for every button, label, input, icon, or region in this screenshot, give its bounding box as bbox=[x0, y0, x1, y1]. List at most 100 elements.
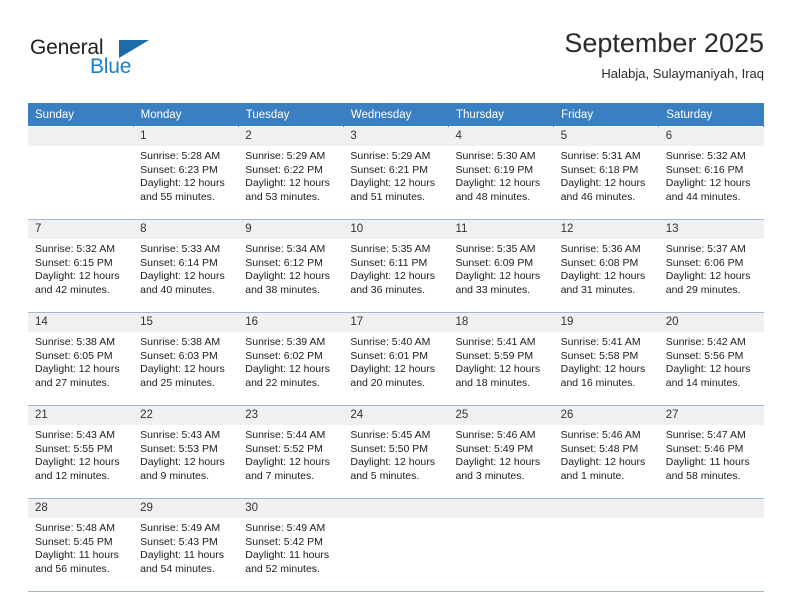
sunset-text: Sunset: 6:12 PM bbox=[245, 256, 323, 269]
day-number[interactable]: 7 bbox=[28, 219, 134, 239]
day-cell[interactable]: Sunrise: 5:29 AM Sunset: 6:21 PM Dayligh… bbox=[343, 146, 449, 216]
weekday-header-monday: Monday bbox=[133, 103, 239, 127]
day-cell[interactable]: Sunrise: 5:30 AM Sunset: 6:19 PM Dayligh… bbox=[448, 146, 554, 216]
day-cell[interactable]: Sunrise: 5:33 AM Sunset: 6:14 PM Dayligh… bbox=[133, 239, 239, 309]
day-cell[interactable]: Sunrise: 5:32 AM Sunset: 6:16 PM Dayligh… bbox=[658, 146, 764, 216]
daylight-text-line1: Daylight: 12 hours bbox=[350, 456, 436, 469]
day-cell[interactable]: Sunrise: 5:28 AM Sunset: 6:23 PM Dayligh… bbox=[133, 146, 239, 216]
day-cell[interactable]: Sunrise: 5:49 AM Sunset: 5:42 PM Dayligh… bbox=[238, 518, 344, 588]
sunset-text: Sunset: 5:58 PM bbox=[560, 349, 639, 362]
day-number[interactable]: 3 bbox=[343, 126, 449, 146]
day-number-empty bbox=[658, 498, 764, 518]
page-title: September 2025 bbox=[564, 28, 764, 58]
day-number[interactable]: 20 bbox=[658, 312, 764, 332]
sunset-text: Sunset: 5:56 PM bbox=[665, 349, 744, 362]
day-number[interactable]: 24 bbox=[343, 405, 449, 425]
week-1-details: Sunrise: 5:28 AM Sunset: 6:23 PM Dayligh… bbox=[28, 146, 764, 216]
day-cell[interactable]: Sunrise: 5:37 AM Sunset: 6:06 PM Dayligh… bbox=[658, 239, 764, 309]
daylight-text-line2: and 22 minutes. bbox=[245, 376, 320, 389]
daylight-text-line2: and 12 minutes. bbox=[35, 469, 110, 482]
page-subtitle: Halabja, Sulaymaniyah, Iraq bbox=[601, 66, 764, 82]
daylight-text-line1: Daylight: 12 hours bbox=[560, 177, 646, 190]
day-number[interactable]: 22 bbox=[133, 405, 239, 425]
weekday-header-friday: Friday bbox=[553, 103, 660, 127]
day-number[interactable]: 28 bbox=[28, 498, 134, 518]
sunset-text: Sunset: 5:49 PM bbox=[455, 442, 534, 455]
daylight-text-line2: and 53 minutes. bbox=[245, 190, 320, 203]
day-number[interactable]: 13 bbox=[658, 219, 764, 239]
daylight-text-line1: Daylight: 12 hours bbox=[350, 363, 436, 376]
day-number[interactable]: 12 bbox=[553, 219, 659, 239]
day-cell[interactable]: Sunrise: 5:46 AM Sunset: 5:49 PM Dayligh… bbox=[448, 425, 554, 495]
day-cell[interactable]: Sunrise: 5:43 AM Sunset: 5:53 PM Dayligh… bbox=[133, 425, 239, 495]
day-number[interactable]: 15 bbox=[133, 312, 239, 332]
day-number-empty bbox=[343, 498, 449, 518]
day-cell[interactable]: Sunrise: 5:35 AM Sunset: 6:11 PM Dayligh… bbox=[343, 239, 449, 309]
day-number[interactable]: 9 bbox=[238, 219, 344, 239]
week-2-daynumbers: 7 8 9 10 11 12 13 bbox=[28, 219, 764, 239]
day-cell[interactable]: Sunrise: 5:38 AM Sunset: 6:05 PM Dayligh… bbox=[28, 332, 134, 402]
day-cell[interactable]: Sunrise: 5:35 AM Sunset: 6:09 PM Dayligh… bbox=[448, 239, 554, 309]
day-cell[interactable]: Sunrise: 5:49 AM Sunset: 5:43 PM Dayligh… bbox=[133, 518, 239, 588]
day-cell[interactable]: Sunrise: 5:32 AM Sunset: 6:15 PM Dayligh… bbox=[28, 239, 134, 309]
day-cell[interactable]: Sunrise: 5:43 AM Sunset: 5:55 PM Dayligh… bbox=[28, 425, 134, 495]
day-number[interactable]: 17 bbox=[343, 312, 449, 332]
sunrise-text: Sunrise: 5:46 AM bbox=[560, 429, 641, 441]
daylight-text-line2: and 20 minutes. bbox=[350, 376, 426, 389]
week-1-daynumbers: 1 2 3 4 5 6 bbox=[28, 126, 764, 146]
daylight-text-line1: Daylight: 12 hours bbox=[560, 363, 646, 376]
daylight-text-line2: and 55 minutes. bbox=[140, 190, 215, 203]
week-3-daynumbers: 14 15 16 17 18 19 20 bbox=[28, 312, 764, 332]
day-number[interactable]: 16 bbox=[238, 312, 344, 332]
day-cell[interactable]: Sunrise: 5:42 AM Sunset: 5:56 PM Dayligh… bbox=[658, 332, 764, 402]
sunrise-text: Sunrise: 5:29 AM bbox=[245, 150, 326, 162]
calendar-page: General Blue September 2025 Halabja, Sul… bbox=[0, 0, 792, 612]
day-cell[interactable]: Sunrise: 5:44 AM Sunset: 5:52 PM Dayligh… bbox=[238, 425, 344, 495]
calendar-grid: Sunday Monday Tuesday Wednesday Thursday… bbox=[28, 103, 765, 592]
daylight-text-line2: and 5 minutes. bbox=[350, 469, 420, 482]
day-number[interactable]: 29 bbox=[133, 498, 239, 518]
daylight-text-line1: Daylight: 12 hours bbox=[35, 456, 120, 469]
sunrise-text: Sunrise: 5:31 AM bbox=[560, 150, 641, 162]
day-number[interactable]: 5 bbox=[553, 126, 659, 146]
day-number[interactable]: 11 bbox=[448, 219, 554, 239]
sunrise-text: Sunrise: 5:34 AM bbox=[245, 243, 326, 255]
sunrise-text: Sunrise: 5:41 AM bbox=[455, 336, 536, 348]
day-number[interactable]: 21 bbox=[28, 405, 134, 425]
day-number[interactable]: 14 bbox=[28, 312, 134, 332]
day-number[interactable]: 2 bbox=[238, 126, 344, 146]
day-cell[interactable]: Sunrise: 5:41 AM Sunset: 5:59 PM Dayligh… bbox=[448, 332, 554, 402]
day-number[interactable]: 18 bbox=[448, 312, 554, 332]
day-cell[interactable]: Sunrise: 5:39 AM Sunset: 6:02 PM Dayligh… bbox=[238, 332, 344, 402]
day-number[interactable]: 23 bbox=[238, 405, 344, 425]
day-number[interactable]: 25 bbox=[448, 405, 554, 425]
day-cell[interactable]: Sunrise: 5:31 AM Sunset: 6:18 PM Dayligh… bbox=[553, 146, 659, 216]
day-number[interactable]: 6 bbox=[658, 126, 764, 146]
day-number[interactable]: 1 bbox=[133, 126, 239, 146]
day-cell[interactable]: Sunrise: 5:34 AM Sunset: 6:12 PM Dayligh… bbox=[238, 239, 344, 309]
day-number[interactable]: 30 bbox=[238, 498, 344, 518]
weekday-header-thursday: Thursday bbox=[448, 103, 555, 127]
day-number[interactable]: 8 bbox=[133, 219, 239, 239]
day-number[interactable]: 26 bbox=[553, 405, 659, 425]
day-cell[interactable]: Sunrise: 5:46 AM Sunset: 5:48 PM Dayligh… bbox=[553, 425, 659, 495]
day-cell[interactable]: Sunrise: 5:36 AM Sunset: 6:08 PM Dayligh… bbox=[553, 239, 659, 309]
day-cell[interactable]: Sunrise: 5:47 AM Sunset: 5:46 PM Dayligh… bbox=[658, 425, 764, 495]
daylight-text-line2: and 25 minutes. bbox=[140, 376, 215, 389]
day-cell[interactable]: Sunrise: 5:48 AM Sunset: 5:45 PM Dayligh… bbox=[28, 518, 134, 588]
daylight-text-line1: Daylight: 12 hours bbox=[140, 456, 225, 469]
day-cell[interactable]: Sunrise: 5:38 AM Sunset: 6:03 PM Dayligh… bbox=[133, 332, 239, 402]
day-number[interactable]: 19 bbox=[553, 312, 659, 332]
day-cell[interactable]: Sunrise: 5:40 AM Sunset: 6:01 PM Dayligh… bbox=[343, 332, 449, 402]
daylight-text-line2: and 14 minutes. bbox=[665, 376, 741, 389]
sunrise-text: Sunrise: 5:32 AM bbox=[35, 243, 115, 255]
day-cell[interactable]: Sunrise: 5:45 AM Sunset: 5:50 PM Dayligh… bbox=[343, 425, 449, 495]
brand-logo[interactable]: General Blue bbox=[30, 36, 230, 94]
day-number[interactable]: 4 bbox=[448, 126, 554, 146]
day-cell[interactable]: Sunrise: 5:29 AM Sunset: 6:22 PM Dayligh… bbox=[238, 146, 344, 216]
day-number[interactable]: 27 bbox=[658, 405, 764, 425]
day-cell[interactable]: Sunrise: 5:41 AM Sunset: 5:58 PM Dayligh… bbox=[553, 332, 659, 402]
week-2-details: Sunrise: 5:32 AM Sunset: 6:15 PM Dayligh… bbox=[28, 239, 764, 309]
day-number[interactable]: 10 bbox=[343, 219, 449, 239]
sunrise-text: Sunrise: 5:29 AM bbox=[350, 150, 431, 162]
